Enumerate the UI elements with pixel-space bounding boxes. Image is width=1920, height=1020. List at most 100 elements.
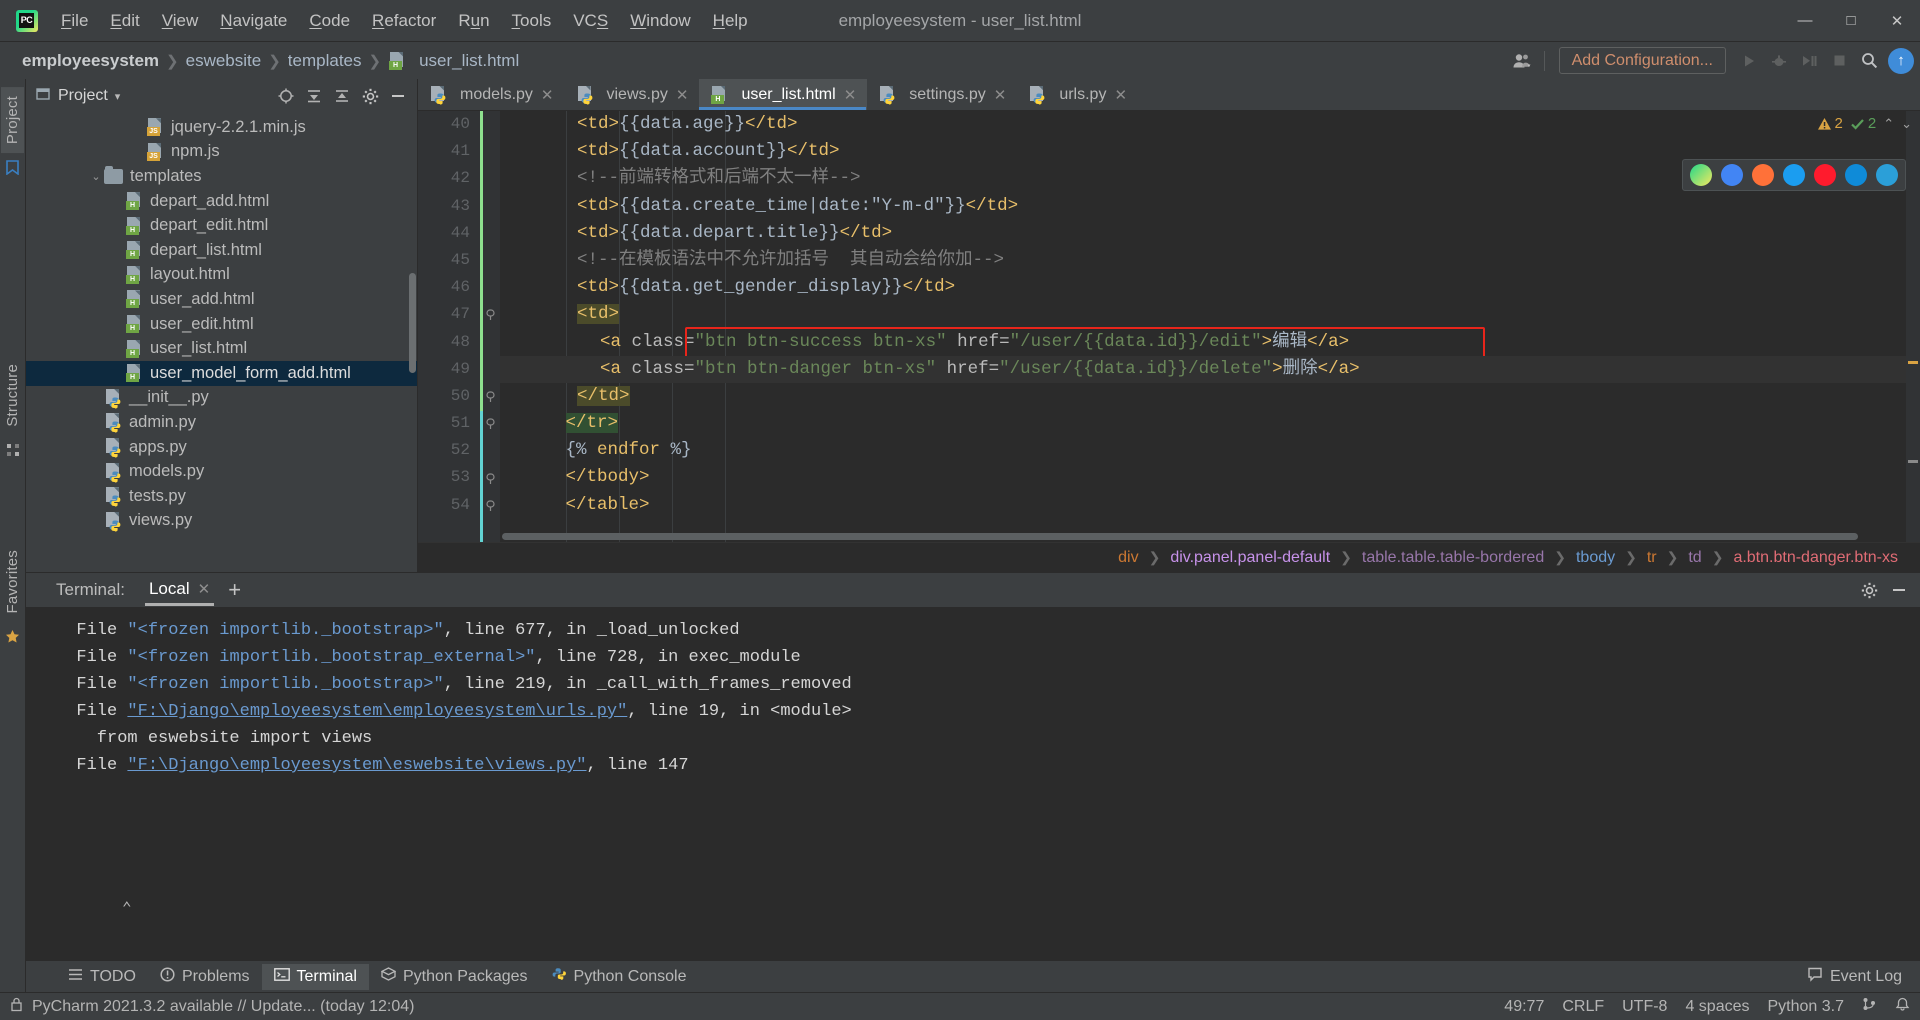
- fold-marker[interactable]: [480, 193, 500, 220]
- warning-count-badge[interactable]: 2: [1817, 115, 1843, 132]
- user-accounts-icon[interactable]: [1508, 46, 1538, 76]
- tree-item-user-edit-html[interactable]: Huser_edit.html: [26, 312, 417, 337]
- tree-item-npm-js[interactable]: JS npm.js: [26, 140, 417, 165]
- horizontal-scrollbar[interactable]: [502, 533, 1858, 540]
- next-highlight-icon[interactable]: ⌄: [1901, 116, 1912, 132]
- menu-item-file[interactable]: File: [50, 7, 99, 35]
- update-available-badge[interactable]: ↑: [1888, 47, 1914, 74]
- chrome-icon[interactable]: [1721, 164, 1743, 186]
- editor-tab-urls-py[interactable]: urls.py ✕: [1017, 79, 1138, 110]
- editor-breadcrumb-item[interactable]: td: [1684, 547, 1705, 569]
- star-icon[interactable]: [5, 629, 20, 647]
- safari-icon[interactable]: [1783, 164, 1805, 186]
- run-icon[interactable]: [1734, 46, 1764, 76]
- menu-item-run[interactable]: Run: [447, 7, 500, 35]
- menu-item-view[interactable]: View: [151, 7, 210, 35]
- event-log-button[interactable]: Event Log: [1799, 964, 1910, 990]
- bookmark-icon[interactable]: [6, 160, 19, 178]
- opera-icon[interactable]: [1814, 164, 1836, 186]
- gear-icon[interactable]: [1856, 578, 1882, 602]
- nav-crumb-templates[interactable]: templates: [282, 49, 368, 73]
- terminal-tab-local[interactable]: Local ✕: [141, 574, 218, 606]
- pycharm-browser-icon[interactable]: [1690, 164, 1712, 186]
- fold-marker[interactable]: [480, 111, 500, 138]
- code-line[interactable]: <td>{{data.create_time|date:"Y-m-d"}}</t…: [500, 193, 1920, 220]
- close-icon[interactable]: ✕: [1114, 86, 1127, 104]
- editor-breadcrumb-item[interactable]: tr: [1643, 547, 1661, 569]
- maximize-button[interactable]: □: [1828, 0, 1874, 41]
- project-tree-scrollbar[interactable]: [409, 273, 416, 373]
- project-panel-title[interactable]: Project ▾: [36, 87, 120, 106]
- tree-item-admin-py[interactable]: admin.py: [26, 410, 417, 435]
- caret-position[interactable]: 49:77: [1504, 998, 1544, 1016]
- code-line[interactable]: {% endfor %}: [500, 437, 1920, 464]
- readonly-lock-icon[interactable]: [10, 997, 23, 1017]
- tool-tab-python-packages[interactable]: Python Packages: [369, 963, 540, 990]
- menu-item-edit[interactable]: Edit: [99, 7, 150, 35]
- fold-marker[interactable]: [480, 220, 500, 247]
- fold-marker[interactable]: [480, 274, 500, 301]
- code-line[interactable]: <td>{{data.get_gender_display}}</td>: [500, 274, 1920, 301]
- tree-item-user-model-form-add-html[interactable]: Huser_model_form_add.html: [26, 360, 417, 386]
- tree-item--init-py[interactable]: __init__.py: [26, 386, 417, 411]
- python-interpreter[interactable]: Python 3.7: [1768, 998, 1845, 1016]
- editor-breadcrumb-item[interactable]: div.panel.panel-default: [1166, 547, 1334, 569]
- add-configuration-button[interactable]: Add Configuration...: [1558, 47, 1726, 74]
- editor-tab-models-py[interactable]: models.py ✕: [418, 79, 565, 110]
- tool-tab-problems[interactable]: Problems: [148, 963, 262, 991]
- menu-item-help[interactable]: Help: [702, 7, 759, 35]
- code-line[interactable]: </td>: [500, 383, 1920, 410]
- minimize-button[interactable]: —: [1782, 0, 1828, 41]
- close-button[interactable]: ✕: [1874, 0, 1920, 41]
- fold-marker[interactable]: [480, 247, 500, 274]
- terminal-output[interactable]: ⌃ File "<frozen importlib._bootstrap>", …: [26, 607, 1920, 960]
- close-icon[interactable]: ✕: [541, 86, 554, 104]
- menu-item-navigate[interactable]: Navigate: [209, 7, 298, 35]
- sidebar-item-favorites[interactable]: Favorites: [1, 541, 24, 623]
- hide-panel-icon[interactable]: [1886, 578, 1912, 602]
- terminal-file-link[interactable]: "F:\Django\employeesystem\employeesystem…: [127, 702, 627, 721]
- menu-item-refactor[interactable]: Refactor: [361, 7, 447, 35]
- fold-marker[interactable]: [480, 410, 500, 437]
- fold-marker[interactable]: [480, 165, 500, 192]
- tree-item-depart-edit-html[interactable]: Hdepart_edit.html: [26, 213, 417, 238]
- close-icon[interactable]: ✕: [198, 580, 211, 598]
- line-separator[interactable]: CRLF: [1562, 998, 1604, 1016]
- collapse-all-icon[interactable]: [301, 84, 327, 108]
- nav-crumb-user-list-html[interactable]: Huser_list.html: [382, 49, 525, 73]
- tree-item-templates[interactable]: ⌄ templates: [26, 164, 417, 189]
- git-branch-icon[interactable]: [1862, 997, 1877, 1016]
- code-line[interactable]: </tbody>: [500, 464, 1920, 491]
- previous-highlight-icon[interactable]: ⌃: [1883, 116, 1894, 132]
- code-folding-gutter[interactable]: [480, 111, 500, 542]
- fold-marker[interactable]: [480, 464, 500, 491]
- tree-item-tests-py[interactable]: tests.py: [26, 484, 417, 509]
- terminal-file-link[interactable]: "F:\Django\employeesystem\eswebsite\view…: [127, 756, 586, 775]
- stop-icon[interactable]: [1824, 46, 1854, 76]
- nav-crumb-employeesystem[interactable]: employeesystem: [16, 49, 165, 73]
- fold-marker[interactable]: [480, 329, 500, 356]
- editor-tab-settings-py[interactable]: settings.py ✕: [867, 79, 1017, 110]
- expand-all-icon[interactable]: [329, 84, 355, 108]
- code-line[interactable]: <!--在模板语法中不允许加括号 其自动会给你加-->: [500, 247, 1920, 274]
- hide-panel-icon[interactable]: [385, 84, 411, 108]
- update-notice[interactable]: PyCharm 2021.3.2 available // Update... …: [32, 998, 414, 1016]
- tool-tab-terminal[interactable]: Terminal: [261, 963, 369, 990]
- fold-marker[interactable]: [480, 301, 500, 328]
- code-line[interactable]: <a class="btn btn-success btn-xs" href="…: [500, 329, 1920, 356]
- tree-item-layout-html[interactable]: Hlayout.html: [26, 263, 417, 288]
- indent-setting[interactable]: 4 spaces: [1685, 998, 1749, 1016]
- tool-tab-python-console[interactable]: Python Console: [540, 963, 699, 990]
- fold-marker[interactable]: [480, 138, 500, 165]
- code-line[interactable]: <a class="btn btn-danger btn-xs" href="/…: [500, 355, 1920, 383]
- nav-crumb-eswebsite[interactable]: eswebsite: [180, 49, 268, 73]
- code-line[interactable]: </tr>: [500, 410, 1920, 437]
- fold-marker[interactable]: [480, 492, 500, 519]
- tree-item-user-add-html[interactable]: Huser_add.html: [26, 287, 417, 312]
- new-terminal-button[interactable]: +: [218, 577, 251, 603]
- project-tree[interactable]: JS jquery-2.2.1.min.js JS npm.js ⌄ templates H…: [26, 113, 417, 572]
- inspection-widget[interactable]: 2 2 ⌃ ⌄: [1817, 115, 1912, 132]
- file-encoding[interactable]: UTF-8: [1622, 998, 1667, 1016]
- tree-item-apps-py[interactable]: apps.py: [26, 435, 417, 460]
- menu-item-window[interactable]: Window: [619, 7, 701, 35]
